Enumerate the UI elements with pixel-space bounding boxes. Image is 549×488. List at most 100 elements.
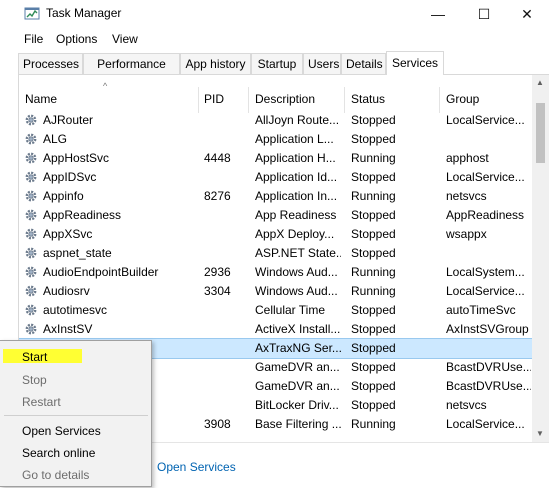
column-header-name[interactable]: Name xyxy=(25,92,57,106)
cell-description: Base Filtering ... xyxy=(255,417,341,431)
menu-file[interactable]: File xyxy=(24,32,43,46)
tab-performance[interactable]: Performance xyxy=(83,53,180,74)
tab-users[interactable]: Users xyxy=(303,53,341,74)
service-gear-icon xyxy=(24,284,38,298)
close-button[interactable]: ✕ xyxy=(504,0,549,28)
table-row[interactable]: AudioEndpointBuilder 2936 Windows Aud... Ru… xyxy=(19,263,535,282)
cell-status: Running xyxy=(351,151,396,165)
tab-strip: Processes Performance App history Startu… xyxy=(18,51,549,75)
column-divider[interactable] xyxy=(248,87,249,113)
cell-group: LocalService... xyxy=(446,113,525,127)
cell-status: Stopped xyxy=(351,208,396,222)
table-row[interactable]: ALG Application L... Stopped xyxy=(19,130,535,149)
cell-status: Running xyxy=(351,417,396,431)
column-header-group[interactable]: Group xyxy=(446,92,479,106)
tab-startup[interactable]: Startup xyxy=(251,53,303,74)
scroll-down-icon[interactable]: ▼ xyxy=(536,429,544,438)
cell-status: Running xyxy=(351,189,396,203)
column-divider[interactable] xyxy=(439,87,440,113)
cell-name: AppIDSvc xyxy=(43,170,97,184)
cell-description: App Readiness xyxy=(255,208,337,222)
cell-pid: 3908 xyxy=(204,417,231,431)
cell-group: wsappx xyxy=(446,227,487,241)
cell-status: Running xyxy=(351,265,396,279)
cell-group: apphost xyxy=(446,151,489,165)
cell-name: AppXSvc xyxy=(43,227,93,241)
service-gear-icon xyxy=(24,151,38,165)
cell-pid: 3304 xyxy=(204,284,231,298)
cell-status: Stopped xyxy=(351,246,396,260)
scroll-up-icon[interactable]: ▲ xyxy=(536,78,544,87)
title-bar: Task Manager — ☐ ✕ xyxy=(0,0,549,30)
cell-group: LocalService... xyxy=(446,170,525,184)
cell-status: Stopped xyxy=(351,360,396,374)
table-row[interactable]: Audiosrv 3304 Windows Aud... Running LocalSe… xyxy=(19,282,535,301)
column-divider[interactable] xyxy=(344,87,345,113)
cell-name: AJRouter xyxy=(43,113,94,127)
table-row[interactable]: autotimesvc Cellular Time Stopped autoTimeS… xyxy=(19,301,535,320)
table-row[interactable]: AppIDSvc Application Id... Stopped LocalSer… xyxy=(19,168,535,187)
cell-description: BitLocker Driv... xyxy=(255,398,339,412)
cell-pid: 4448 xyxy=(204,151,231,165)
context-menu-stop: Stop xyxy=(22,373,47,387)
maximize-icon: ☐ xyxy=(477,5,491,22)
tab-app-history[interactable]: App history xyxy=(180,53,251,74)
table-header: ^ Name PID Description Status Group xyxy=(19,75,535,113)
scrollbar-thumb[interactable] xyxy=(536,103,545,163)
cell-name: AudioEndpointBuilder xyxy=(43,265,159,279)
table-row[interactable]: Appinfo 8276 Application In... Running netsv… xyxy=(19,187,535,206)
cell-group: autoTimeSvc xyxy=(446,303,516,317)
cell-status: Stopped xyxy=(351,379,396,393)
cell-description: AxTraxNG Ser... xyxy=(255,341,341,355)
table-row[interactable]: aspnet_state ASP.NET State... Stopped xyxy=(19,244,535,263)
cell-description: Cellular Time xyxy=(255,303,326,317)
vertical-scrollbar[interactable]: ▲ ▼ xyxy=(532,75,549,442)
minimize-button[interactable]: — xyxy=(415,0,461,28)
cell-name: aspnet_state xyxy=(43,246,112,260)
task-manager-icon xyxy=(24,7,40,20)
column-header-pid[interactable]: PID xyxy=(204,92,224,106)
cell-description: ASP.NET State... xyxy=(255,246,341,260)
close-icon: ✕ xyxy=(521,5,533,22)
menu-view[interactable]: View xyxy=(112,32,138,46)
service-gear-icon xyxy=(24,170,38,184)
cell-name: AppHostSvc xyxy=(43,151,110,165)
column-divider[interactable] xyxy=(198,87,199,113)
cell-pid: 8276 xyxy=(204,189,231,203)
service-gear-icon xyxy=(24,246,38,260)
cell-description: AppX Deploy... xyxy=(255,227,335,241)
cell-status: Stopped xyxy=(351,303,396,317)
sort-ascending-icon: ^ xyxy=(103,81,108,91)
context-menu-open-services[interactable]: Open Services xyxy=(22,424,101,438)
cell-description: GameDVR an... xyxy=(255,379,340,393)
service-gear-icon xyxy=(24,303,38,317)
service-gear-icon xyxy=(24,227,38,241)
tab-services[interactable]: Services xyxy=(386,51,444,75)
table-row[interactable]: AxInstSV ActiveX Install... Stopped AxInstS… xyxy=(19,320,535,339)
maximize-button[interactable]: ☐ xyxy=(461,0,507,28)
cell-group: LocalService... xyxy=(446,417,525,431)
cell-status: Stopped xyxy=(351,398,396,412)
tab-processes[interactable]: Processes xyxy=(18,53,83,74)
cell-group: BcastDVRUse... xyxy=(446,379,531,393)
menu-options[interactable]: Options xyxy=(56,32,97,46)
context-menu-search-online[interactable]: Search online xyxy=(22,446,95,460)
cell-status: Stopped xyxy=(351,341,396,355)
cell-status: Running xyxy=(351,284,396,298)
service-gear-icon xyxy=(24,322,38,336)
table-row[interactable]: AppReadiness App Readiness Stopped AppReadi… xyxy=(19,206,535,225)
tab-details[interactable]: Details xyxy=(341,53,386,74)
table-row[interactable]: AppXSvc AppX Deploy... Stopped wsappx xyxy=(19,225,535,244)
open-services-link[interactable]: Open Services xyxy=(157,460,236,474)
cell-group: LocalSystem... xyxy=(446,265,525,279)
cell-group: LocalService... xyxy=(446,284,525,298)
table-row[interactable]: AppHostSvc 4448 Application H... Running app… xyxy=(19,149,535,168)
table-row[interactable]: AJRouter AllJoyn Route... Stopped LocalServ… xyxy=(19,111,535,130)
column-header-description[interactable]: Description xyxy=(255,92,315,106)
cell-description: Application H... xyxy=(255,151,336,165)
cell-status: Stopped xyxy=(351,322,396,336)
context-menu-start[interactable]: Start xyxy=(22,350,47,364)
column-header-status[interactable]: Status xyxy=(351,92,385,106)
cell-description: Windows Aud... xyxy=(255,284,338,298)
cell-name: AxInstSV xyxy=(43,322,93,336)
